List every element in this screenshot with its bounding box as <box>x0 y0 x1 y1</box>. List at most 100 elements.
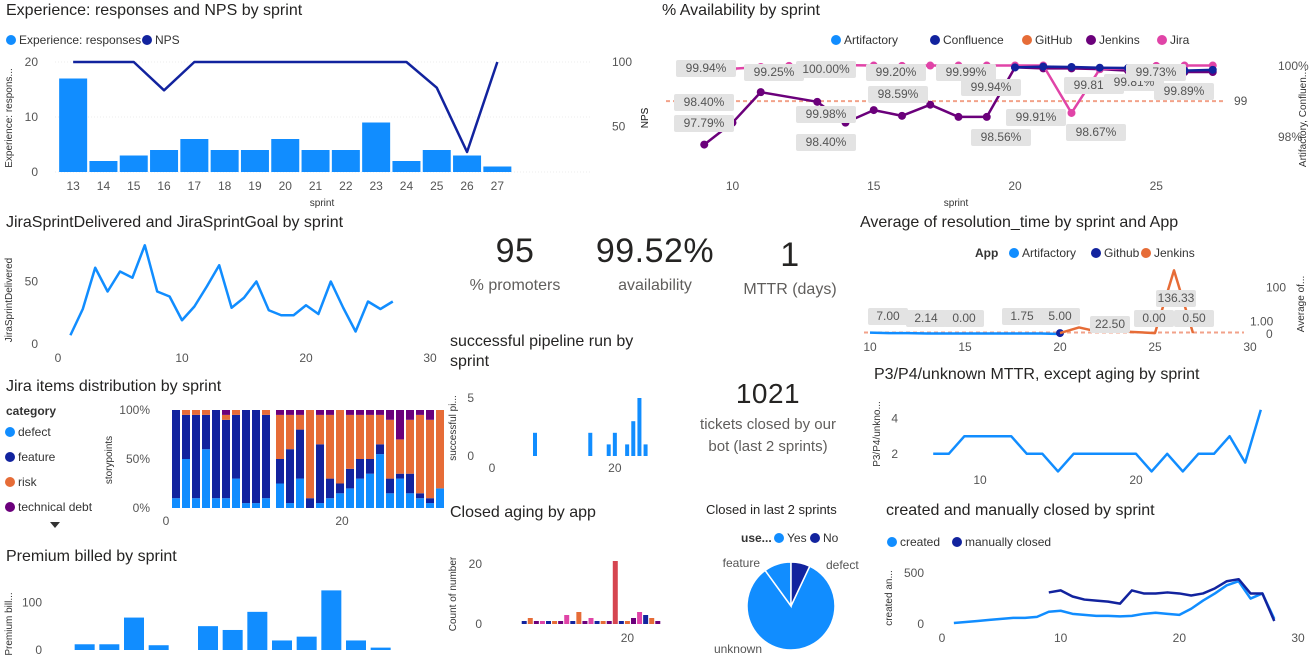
premium-bar <box>346 640 366 650</box>
jira-items-legend-feature-label: feature <box>18 450 56 464</box>
avail-data-label: 99.91% <box>1016 110 1057 124</box>
p3-xtick: 20 <box>1129 473 1143 487</box>
aging-chart[interactable]: 20 0 20 Count of number <box>444 502 684 666</box>
pipeline-chart[interactable]: 0 20 0 5 successful pi... <box>444 330 674 480</box>
jira-items-bar-segment <box>386 478 394 494</box>
jira-items-bar-segment <box>242 410 250 504</box>
jira-items-bar-segment <box>336 483 344 494</box>
aging-xtick: 20 <box>621 631 635 645</box>
resolution-ytick: 100 <box>1266 280 1286 294</box>
jira-items-bar-segment <box>436 410 444 489</box>
resolution-xtick: 15 <box>958 340 972 354</box>
resolution-data-label: 2.14 <box>914 311 938 325</box>
premium-bar <box>222 629 243 650</box>
panel-premium[interactable]: Premium billed by sprint 0 100 Premium bil… <box>0 546 440 666</box>
created-chart[interactable]: created manually closed0 10 20 300500created… <box>880 500 1312 666</box>
kpi-tickets-label: tickets closed by our bot (last 2 sprint… <box>700 416 836 455</box>
created-legend-created-label: created <box>900 535 940 549</box>
closed2-chart[interactable]: use... Yes No feature defect unknown <box>698 500 868 666</box>
exp-xtick: 21 <box>309 179 323 193</box>
jira-items-bar-segment <box>416 498 424 508</box>
panel-closed-aging[interactable]: Closed aging by app 20 0 20 Count of number <box>444 502 684 666</box>
aging-bar <box>570 621 576 624</box>
exp-ytick: 10 <box>25 110 39 124</box>
panel-resolution-time[interactable]: Average of resolution_time by sprint and… <box>854 212 1312 362</box>
jira-items-bar-segment <box>426 419 434 499</box>
jira-items-legend-technical-debt-dot <box>5 502 15 512</box>
closed2-slice-label: unknown <box>714 642 762 656</box>
avail-chart[interactable]: Artifactory Confluence GitHub Jenkins Jira 10… <box>640 0 1312 210</box>
exp-nps-line <box>73 60 499 154</box>
aging-bar <box>649 618 655 624</box>
kpi-promoters[interactable]: 95 % promoters <box>455 232 575 297</box>
aging-bar <box>576 612 582 624</box>
jira-items-bar-segment <box>406 473 414 494</box>
kpi-tickets-value: 1021 <box>735 378 801 409</box>
exp-xtick: 17 <box>188 179 202 193</box>
kpi-promoters-value: 95 <box>495 232 535 270</box>
avail-xtick: 15 <box>867 179 881 193</box>
jira-items-ylabel: storypoints <box>104 436 115 484</box>
jira-items-bar-segment <box>262 410 270 415</box>
jira-items-bar-segment <box>172 410 180 499</box>
panel-jira-items[interactable]: Jira items distribution by sprint catego… <box>0 376 444 536</box>
pipeline-ytick: 5 <box>467 391 474 405</box>
resolution-xtick: 25 <box>1148 340 1162 354</box>
premium-ylabel: Premium bill... <box>4 592 15 655</box>
resolution-chart[interactable]: App Artifactory Github Jenkins 10 15 20 25 30 0 10… <box>854 212 1312 362</box>
exp-bar <box>59 78 88 172</box>
jira-items-bar-segment <box>406 419 414 474</box>
avail-legend-jira-label: Jira <box>1170 33 1190 47</box>
jira-sprint-xtick: 20 <box>299 351 313 365</box>
panel-pipeline[interactable]: successful pipeline run by sprint 0 20 0 5 s… <box>444 330 674 480</box>
premium-bar <box>99 644 120 650</box>
exp-xtick: 24 <box>400 179 414 193</box>
premium-bar <box>296 636 317 650</box>
panel-created-closed[interactable]: created and manually closed by sprint cr… <box>880 500 1312 666</box>
pipeline-xtick: 0 <box>489 461 496 475</box>
pipeline-bar <box>637 398 642 456</box>
jira-items-bar-segment <box>406 410 414 420</box>
aging-bar <box>533 621 539 624</box>
avail-point-jenkins <box>982 112 991 121</box>
premium-bar <box>272 640 292 650</box>
aging-bar <box>606 621 612 624</box>
resolution-data-label: 0.50 <box>1182 311 1206 325</box>
jira-items-ytick: 100% <box>119 403 150 417</box>
panel-availability[interactable]: % Availability by sprint Artifactory Conf… <box>640 0 1312 210</box>
exp-bar <box>422 150 451 172</box>
jira-items-bar-segment <box>386 493 394 508</box>
avail-point-confluence <box>1095 63 1104 72</box>
avail-legend-github-label: GitHub <box>1035 33 1073 47</box>
panel-jira-sprint[interactable]: JiraSprintDelivered and JiraSprintGoal b… <box>0 212 440 372</box>
kpi-availability[interactable]: 99.52% availability <box>585 232 725 297</box>
jira-items-bar-segment <box>252 410 260 504</box>
kpi-mttr[interactable]: 1 MTTR (days) <box>735 236 845 301</box>
resolution-data-label: 22.50 <box>1095 317 1125 331</box>
exp-bar <box>271 139 300 172</box>
p3-chart[interactable]: 10 20 2 4 P3/P4/unkno... <box>868 364 1312 494</box>
resolution-data-label: 5.00 <box>1048 309 1072 323</box>
jira-items-bar-segment <box>296 414 304 430</box>
panel-closed-last-2[interactable]: Closed in last 2 sprints use... Yes No feat… <box>698 500 868 666</box>
jira-items-bar-segment <box>386 410 394 420</box>
panel-p3-mttr[interactable]: P3/P4/unknown MTTR, except aging by spri… <box>868 364 1312 494</box>
jira-sprint-xtick: 0 <box>55 351 62 365</box>
jira-items-bar-segment <box>336 493 344 508</box>
jira-sprint-chart[interactable]: 0 10 20 30 0 50 JiraSprintDelivered <box>0 212 440 372</box>
premium-bar <box>198 626 218 650</box>
premium-chart[interactable]: 0 100 Premium bill... <box>0 546 440 666</box>
premium-bar <box>370 647 391 650</box>
resolution-ytick: 0 <box>1266 327 1273 341</box>
created-xtick: 0 <box>939 631 946 645</box>
jira-items-bar-segment <box>296 478 304 508</box>
exp-bar <box>240 150 269 172</box>
closed2-legend-yes-dot <box>774 533 784 543</box>
exp-chart[interactable]: Experience: responses NPS 0 10 20 50 100 13 14 15… <box>0 0 651 210</box>
jira-items-bar-segment <box>326 410 334 415</box>
jira-items-chart[interactable]: category defect feature risk technical debt 0… <box>0 376 444 536</box>
resolution-legend-jenkins-label: Jenkins <box>1154 246 1195 260</box>
created-legend-closed-label: manually closed <box>965 535 1051 549</box>
panel-experience[interactable]: Experience: responses and NPS by sprint … <box>0 0 651 210</box>
kpi-tickets[interactable]: 1021 tickets closed by our bot (last 2 s… <box>688 378 848 458</box>
